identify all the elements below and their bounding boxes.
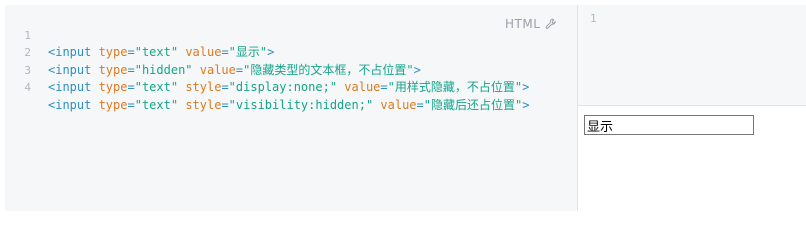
line-number: 4: [24, 81, 31, 94]
language-label: HTML: [505, 17, 541, 31]
code-playground: 1 <input type="text" value="显示"> 2 <inpu…: [5, 5, 806, 211]
code-text: <input type="text" value="显示">: [48, 45, 275, 59]
secondary-editor-pane[interactable]: 1: [578, 5, 806, 106]
code-line[interactable]: 1 <input type="text" value="显示">: [5, 9, 274, 60]
code-line[interactable]: 4 <input type="text" style="visibility:h…: [5, 62, 529, 112]
preview-text-input[interactable]: [584, 115, 754, 135]
code-lines: 1 <input type="text" value="显示"> 2 <inpu…: [5, 9, 529, 112]
code-line[interactable]: 2 <input type="hidden" value="隐藏类型的文本框，不…: [5, 27, 420, 77]
language-indicator[interactable]: HTML: [505, 17, 557, 31]
code-text: <input type="text" style="display:none;"…: [48, 80, 530, 94]
code-text: <input type="hidden" value="隐藏类型的文本框，不占位…: [48, 62, 421, 77]
wrench-icon[interactable]: [545, 18, 557, 30]
line-number: 1: [590, 12, 597, 25]
code-line[interactable]: 3 <input type="text" style="display:none…: [5, 44, 529, 95]
result-preview-pane: [578, 106, 806, 211]
html-editor-pane[interactable]: 1 <input type="text" value="显示"> 2 <inpu…: [5, 5, 578, 211]
code-text: <input type="text" style="visibility:hid…: [48, 97, 530, 112]
